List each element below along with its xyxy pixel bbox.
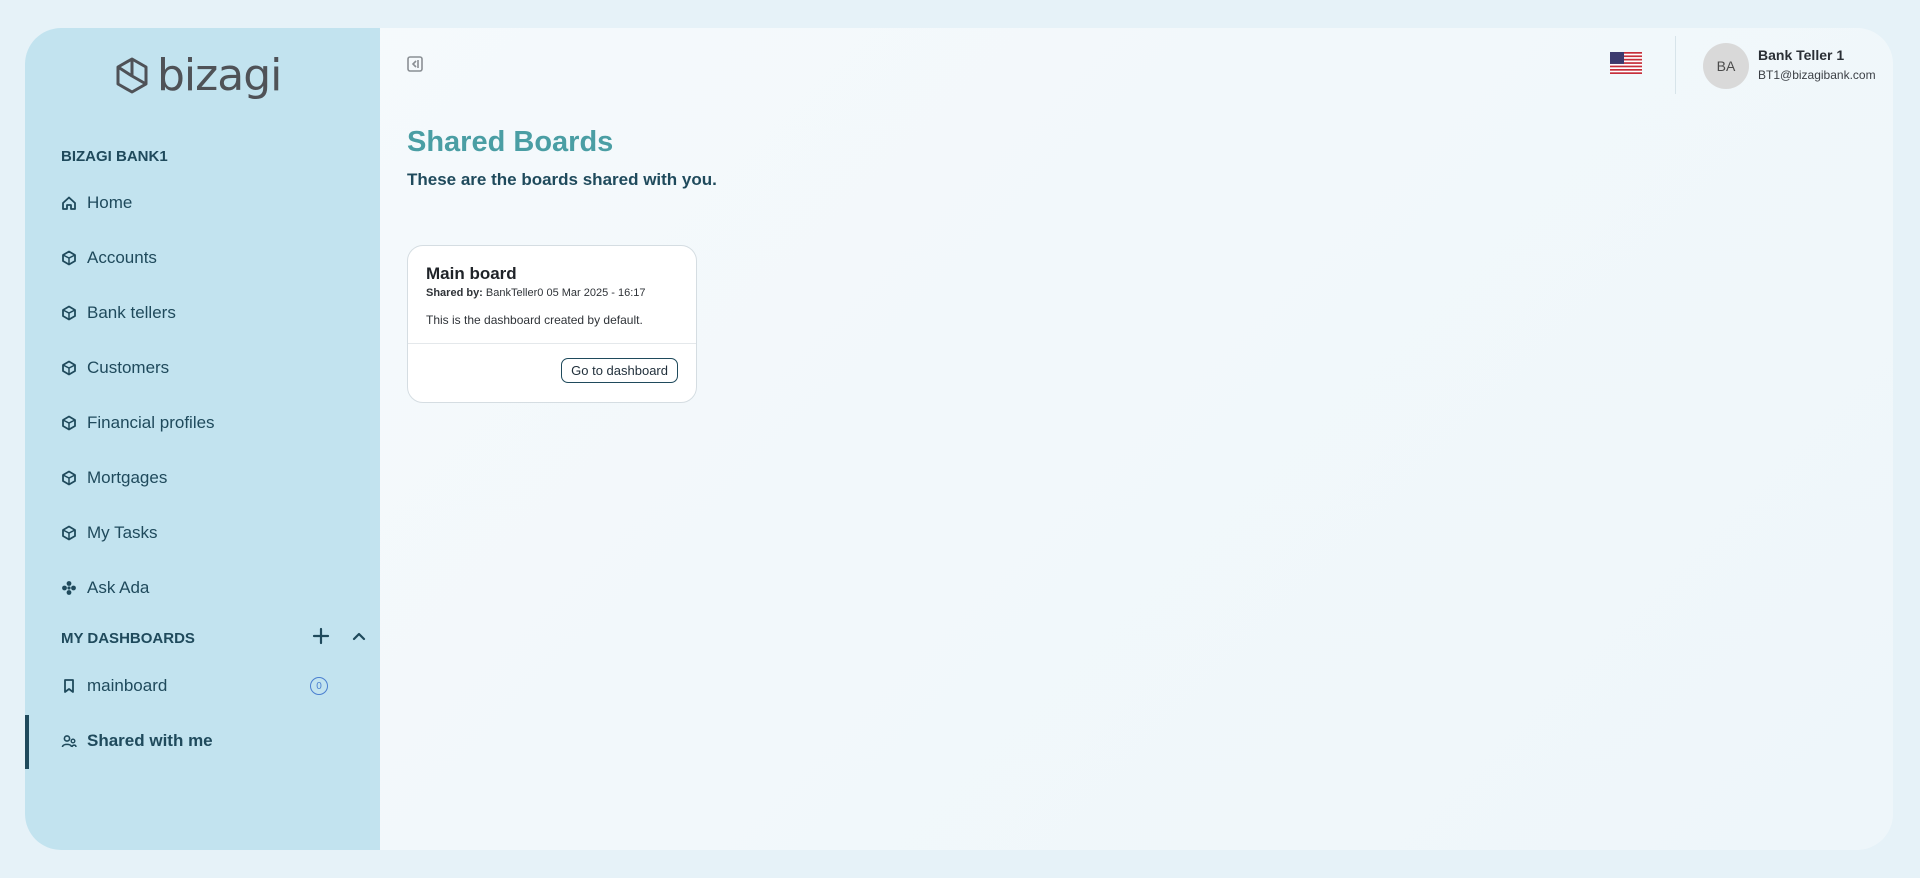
sidebar-item-shared-with-me[interactable]: Shared with me (61, 731, 213, 751)
user-name: Bank Teller 1 (1758, 47, 1845, 63)
my-dashboards-title: MY DASHBOARDS (61, 630, 195, 647)
board-title: Main board (426, 264, 517, 283)
sidebar-item-label: Bank tellers (87, 303, 176, 322)
cube-icon (61, 415, 77, 431)
dashboards-actions (311, 626, 369, 646)
header-divider (1675, 36, 1676, 94)
plus-icon (312, 627, 330, 645)
us-flag-icon[interactable] (1610, 52, 1642, 74)
bizagi-logo[interactable]: bizagi (115, 50, 282, 101)
sidebar-item-mortgages[interactable]: Mortgages (61, 468, 167, 488)
sidebar-item-label: Accounts (87, 248, 157, 267)
sidebar-item-label: Financial profiles (87, 413, 215, 432)
cube-icon (61, 360, 77, 376)
cube-icon (61, 305, 77, 321)
sidebar-item-accounts[interactable]: Accounts (61, 248, 157, 268)
dashboard-count-badge: 0 (310, 677, 328, 695)
sidebar-item-label: Shared with me (87, 731, 213, 750)
sparkle-icon (61, 580, 77, 596)
sidebar-item-label: Ask Ada (87, 578, 150, 597)
collapse-sidebar-icon (407, 56, 423, 72)
card-divider (408, 343, 696, 344)
sidebar-item-ask-ada[interactable]: Ask Ada (61, 578, 149, 598)
sidebar-item-label: mainboard (87, 676, 168, 695)
sidebar-item-financial-profiles[interactable]: Financial profiles (61, 413, 215, 433)
board-card: Main board Shared by: BankTeller0 05 Mar… (407, 245, 697, 403)
logo-text: bizagi (157, 50, 282, 101)
page-title: Shared Boards (407, 126, 614, 158)
sidebar-item-label: Home (87, 193, 133, 212)
shared-users-icon (61, 733, 77, 749)
app-frame: bizagi BIZAGI BANK1 Home Accounts Bank t… (25, 28, 1893, 850)
add-dashboard-button[interactable] (311, 626, 331, 646)
board-shared-by: Shared by: BankTeller0 05 Mar 2025 - 16:… (426, 287, 646, 299)
go-to-dashboard-button[interactable]: Go to dashboard (561, 358, 678, 383)
sidebar: bizagi BIZAGI BANK1 Home Accounts Bank t… (25, 28, 380, 850)
main-content: BA Bank Teller 1 BT1@bizagibank.com Shar… (380, 28, 1893, 850)
sidebar-item-my-tasks[interactable]: My Tasks (61, 523, 158, 543)
avatar[interactable]: BA (1703, 43, 1749, 89)
sidebar-item-label: My Tasks (87, 523, 158, 542)
sidebar-item-customers[interactable]: Customers (61, 358, 169, 378)
home-icon (61, 195, 77, 211)
sidebar-item-bank-tellers[interactable]: Bank tellers (61, 303, 176, 323)
board-description: This is the dashboard created by default… (426, 313, 643, 327)
cube-icon (61, 250, 77, 266)
bizagi-logo-icon (116, 57, 148, 93)
shared-by-value: BankTeller0 05 Mar 2025 - 16:17 (485, 287, 646, 299)
org-name: BIZAGI BANK1 (61, 148, 168, 165)
collapse-dashboards-button[interactable] (349, 626, 369, 646)
sidebar-item-home[interactable]: Home (61, 193, 132, 213)
user-email: BT1@bizagibank.com (1758, 68, 1876, 82)
cube-icon (61, 525, 77, 541)
chevron-up-icon (352, 632, 366, 641)
page-subtitle: These are the boards shared with you. (407, 170, 717, 189)
sidebar-item-mainboard[interactable]: mainboard (61, 676, 167, 696)
active-indicator (25, 715, 29, 769)
collapse-sidebar-button[interactable] (407, 56, 423, 72)
shared-by-label: Shared by: (426, 287, 483, 299)
sidebar-item-label: Mortgages (87, 468, 168, 487)
cube-icon (61, 470, 77, 486)
sidebar-item-label: Customers (87, 358, 170, 377)
bookmark-icon (61, 678, 77, 694)
